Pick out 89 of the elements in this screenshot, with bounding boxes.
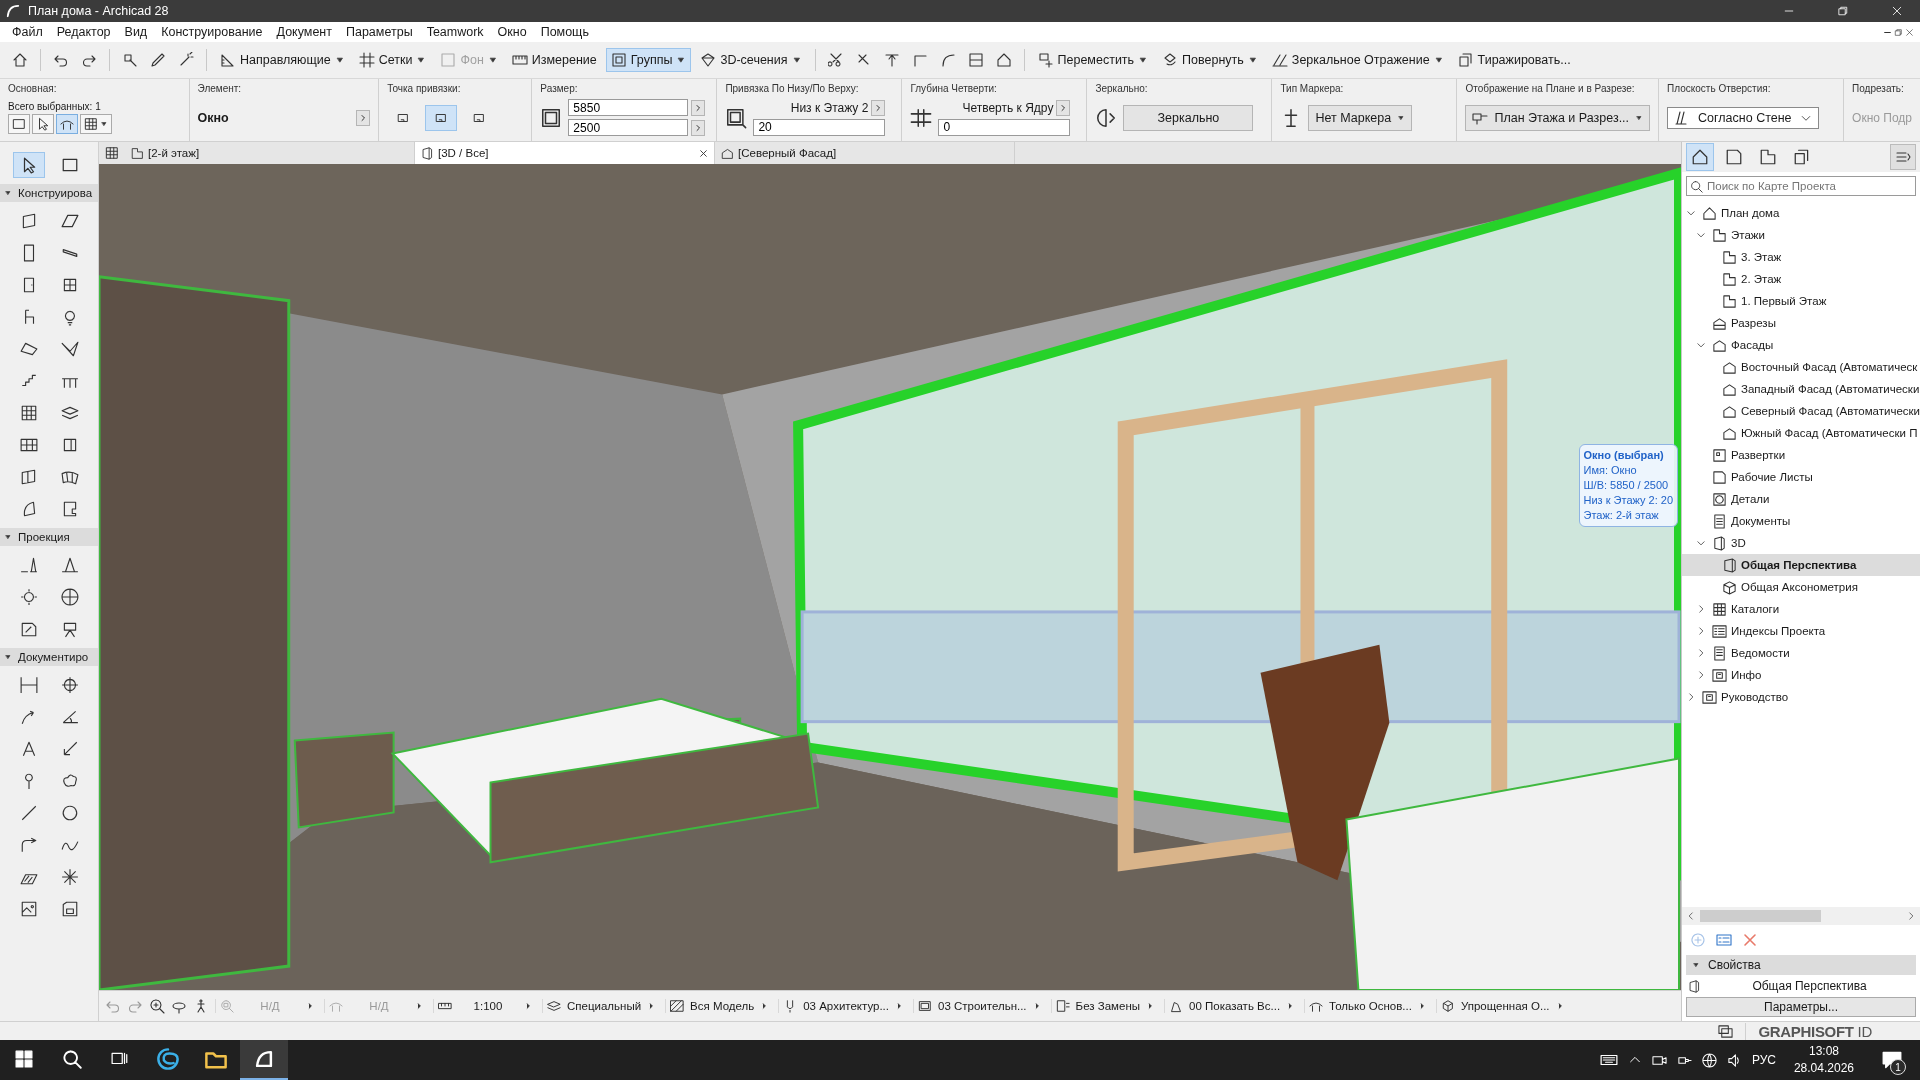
- menu-item[interactable]: Файл: [6, 23, 49, 41]
- tree-item[interactable]: Развертки: [1682, 444, 1920, 466]
- toolbar-button[interactable]: 3D-сечения: [695, 48, 807, 72]
- panel-label: Плоскость Отверстия:: [1667, 83, 1772, 94]
- status-control[interactable]: Вся Модель: [665, 999, 773, 1013]
- search-field[interactable]: Поиск по Карте Проекта: [1686, 176, 1916, 196]
- tree-item[interactable]: Западный Фасад (Автоматически: [1682, 378, 1920, 400]
- notification-count: 1: [1890, 1059, 1906, 1075]
- status-control[interactable]: Только Основ...: [1304, 999, 1430, 1013]
- panel-label: Тип Маркера:: [1280, 83, 1345, 94]
- panel-label: Основная:: [8, 83, 58, 94]
- panel-label: Точка привязки:: [387, 83, 462, 94]
- mirror-button[interactable]: Зеркально: [1123, 104, 1254, 131]
- brand-link[interactable]: GRAPHISOFT ID: [1745, 1022, 1872, 1040]
- panel-label: Отображение на Плане и в Разрезе:: [1465, 83, 1636, 94]
- selection-count: Всего выбранных: 1: [8, 101, 102, 112]
- clock[interactable]: 13:08 28.04.2026: [1785, 1043, 1862, 1077]
- tree-item[interactable]: Северный Фасад (Автоматически: [1682, 400, 1920, 422]
- tree-item[interactable]: 1. Первый Этаж: [1682, 290, 1920, 312]
- menu-item[interactable]: Окно: [491, 23, 533, 41]
- tree-item[interactable]: Руководство: [1682, 686, 1920, 708]
- toolbar-button[interactable]: Направляющие: [215, 48, 350, 72]
- tree-item[interactable]: Общая Аксонометрия: [1682, 576, 1920, 598]
- cut-value: Окно Подр: [1852, 110, 1912, 125]
- toolbar-button[interactable]: Группы: [605, 48, 692, 72]
- toolbar-button[interactable]: Зеркальное Отражение: [1266, 48, 1449, 72]
- status-control[interactable]: Упрощенная О...: [1435, 999, 1568, 1013]
- panel-label: Подрезать:: [1852, 83, 1905, 94]
- popup-button[interactable]: План Этажа и Разрез...: [1465, 104, 1651, 131]
- status-control[interactable]: 1:100: [433, 999, 536, 1013]
- panel-label: Зеркально:: [1095, 83, 1149, 94]
- tree-item[interactable]: Рабочие Листы: [1682, 466, 1920, 488]
- tree-item[interactable]: Общая Перспектива: [1682, 554, 1920, 576]
- tree-item[interactable]: Инфо: [1682, 664, 1920, 686]
- panel-label: Размер:: [540, 83, 579, 94]
- reference-value: Низ к Этажу 2: [790, 100, 869, 115]
- offset-field[interactable]: 0: [938, 118, 1071, 136]
- tree-item[interactable]: Этажи: [1682, 224, 1920, 246]
- toolbox-section-header[interactable]: Конструирова: [0, 184, 98, 202]
- toolbox-section-header[interactable]: Документиро: [0, 648, 98, 666]
- height-field[interactable]: 2500: [568, 119, 689, 136]
- view-name: Общая Перспектива: [1751, 979, 1868, 993]
- offset-field[interactable]: 20: [753, 118, 886, 136]
- tree-item[interactable]: Восточный Фасад (Автоматическ: [1682, 356, 1920, 378]
- opening-plane-dropdown[interactable]: Согласно Стене: [1667, 106, 1819, 129]
- menu-item[interactable]: Документ: [270, 23, 338, 41]
- element-name: Окно: [197, 110, 230, 125]
- menu-item[interactable]: Вид: [118, 23, 154, 41]
- tree-item[interactable]: Ведомости: [1682, 642, 1920, 664]
- panel-label: Привязка По Низу/По Верху:: [725, 83, 860, 94]
- toolbar-button[interactable]: Сетки: [353, 48, 432, 72]
- tree-item[interactable]: Индексы Проекта: [1682, 620, 1920, 642]
- tree-item[interactable]: Разрезы: [1682, 312, 1920, 334]
- notification-button[interactable]: 1: [1872, 1040, 1912, 1080]
- tree-item[interactable]: Детали: [1682, 488, 1920, 510]
- settings-button[interactable]: Параметры...: [1686, 997, 1916, 1017]
- view-tab[interactable]: [3D / Все]: [415, 142, 715, 164]
- tree-item[interactable]: 3. Этаж: [1682, 246, 1920, 268]
- toolbar-button[interactable]: Измерение: [506, 48, 602, 72]
- menu-item[interactable]: Конструирование: [155, 23, 269, 41]
- tree-item[interactable]: План дома: [1682, 202, 1920, 224]
- popup-button[interactable]: Нет Маркера: [1308, 104, 1413, 131]
- toolbox-section-header[interactable]: Проекция: [0, 528, 98, 546]
- panel-label: Элемент:: [197, 83, 243, 94]
- tree-item[interactable]: 2. Этаж: [1682, 268, 1920, 290]
- status-control[interactable]: Специальный: [542, 999, 660, 1013]
- panel-label: Глубина Четверти:: [910, 83, 998, 94]
- status-control[interactable]: Без Замены: [1050, 999, 1158, 1013]
- menu-item[interactable]: Teamwork: [420, 23, 490, 41]
- menu-item[interactable]: Редактор: [50, 23, 117, 41]
- language-indicator[interactable]: РУС: [1751, 1053, 1776, 1067]
- reference-value: Четверть к Ядру: [962, 100, 1054, 115]
- menu-item[interactable]: Параметры: [340, 23, 419, 41]
- tree-item[interactable]: Документы: [1682, 510, 1920, 532]
- toolbar-button[interactable]: Повернуть: [1157, 48, 1263, 72]
- toolbar-button[interactable]: Переместить: [1032, 48, 1154, 72]
- status-control[interactable]: 00 Показать Вс...: [1164, 999, 1299, 1013]
- toolbar-button[interactable]: Тиражировать...: [1452, 48, 1576, 72]
- tree-item[interactable]: Южный Фасад (Автоматически П: [1682, 422, 1920, 444]
- tree-item[interactable]: 3D: [1682, 532, 1920, 554]
- element-tooltip: Окно (выбран) Имя: Окно Ш/В: 5850 / 2500 Низ к Этажу 2: 20 Этаж: 2-й этаж: [1578, 444, 1678, 527]
- menu-item[interactable]: Помощь: [534, 23, 595, 41]
- properties-header[interactable]: Свойства: [1686, 955, 1916, 975]
- status-control[interactable]: 03 Строительн...: [913, 999, 1045, 1013]
- status-control[interactable]: 03 Архитектур...: [778, 999, 907, 1013]
- tree-item[interactable]: Каталоги: [1682, 598, 1920, 620]
- width-field[interactable]: 5850: [568, 99, 689, 116]
- window-title: План дома - Archicad 28: [28, 4, 169, 18]
- tree-item[interactable]: Фасады: [1682, 334, 1920, 356]
